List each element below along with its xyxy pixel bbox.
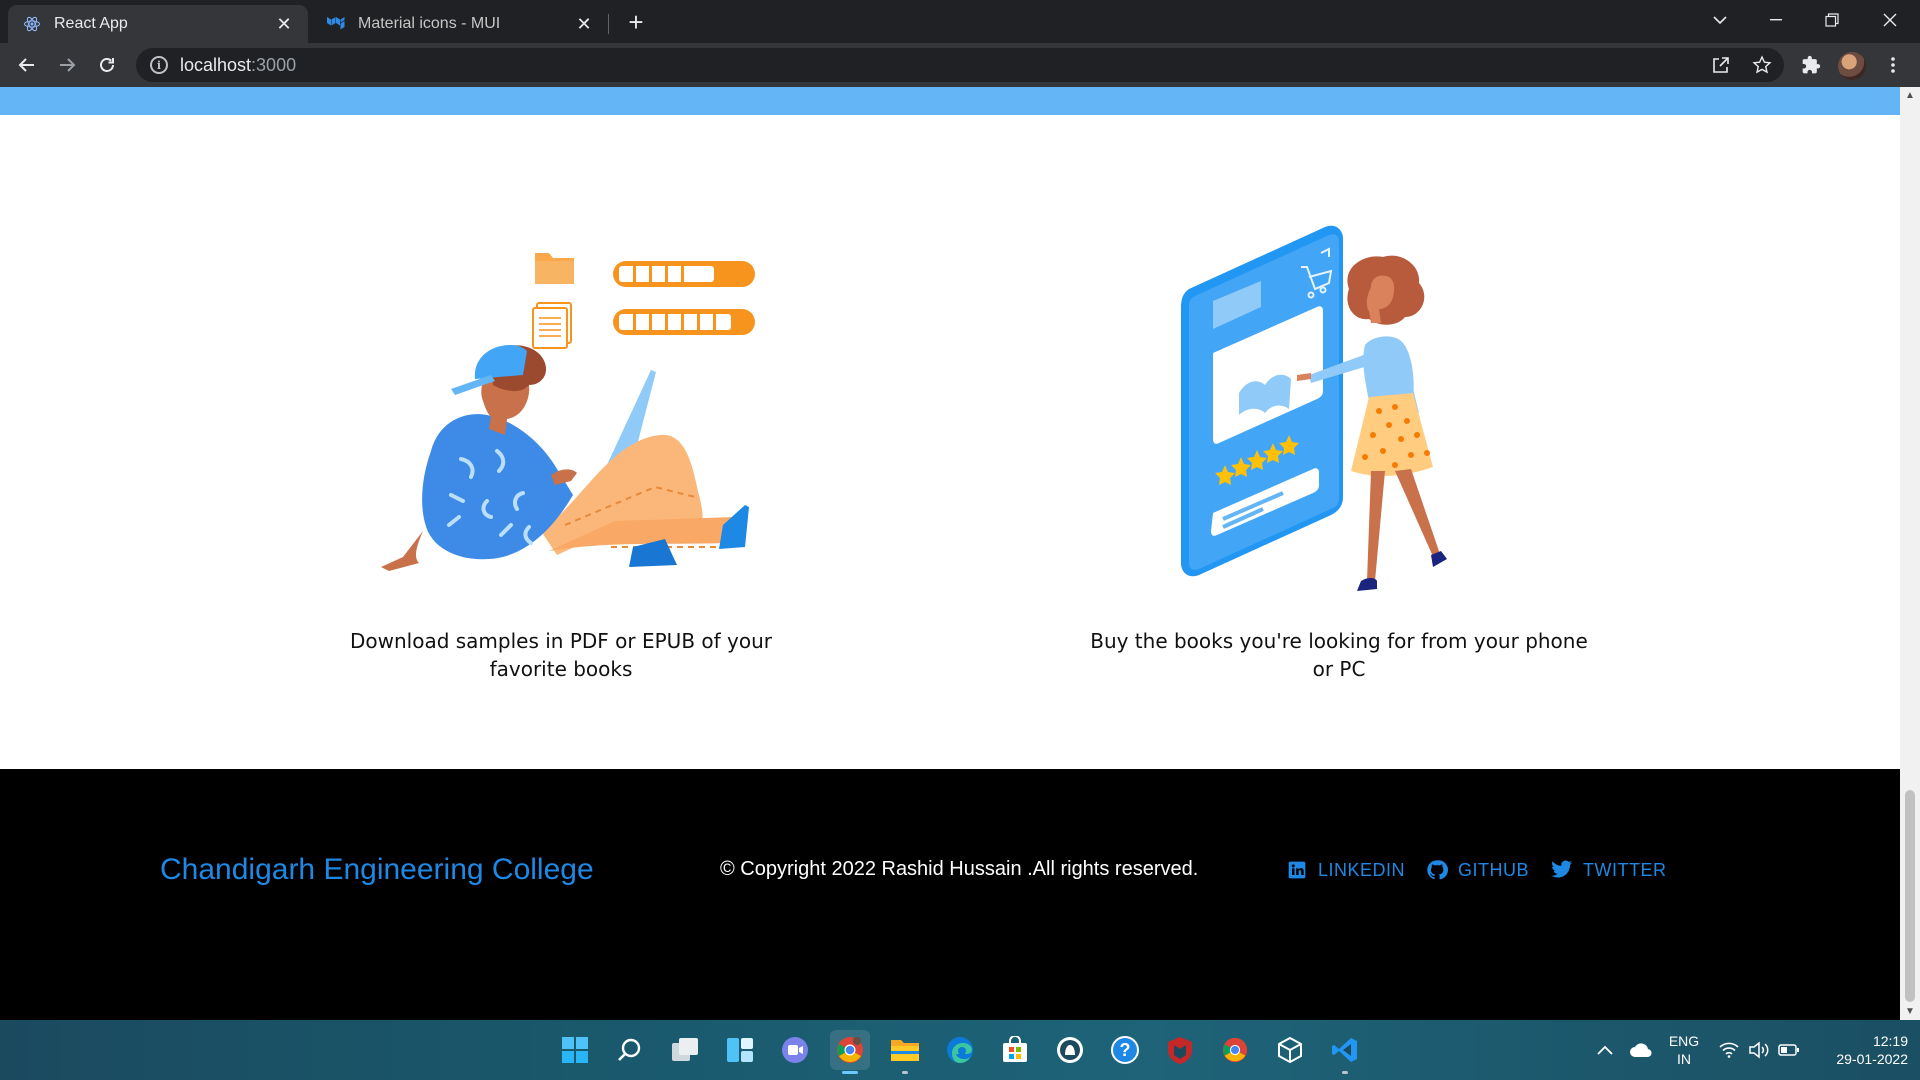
chevron-up-icon[interactable] — [1590, 1030, 1620, 1070]
close-tab-icon[interactable]: ✕ — [574, 14, 594, 34]
back-button[interactable] — [12, 50, 42, 80]
mcafee-icon[interactable] — [1160, 1030, 1200, 1070]
microsoft-store-icon[interactable] — [995, 1030, 1035, 1070]
svg-text:?: ? — [1120, 1040, 1131, 1060]
page-viewport: Download samples in PDF or EPUB of your … — [0, 87, 1900, 1020]
new-tab-button[interactable]: + — [622, 7, 650, 37]
clock-time: 12:19 — [1872, 1033, 1908, 1049]
profile-avatar[interactable] — [1838, 52, 1866, 80]
footer-copyright: © Copyright 2022 Rashid Hussain .All rig… — [720, 858, 1199, 880]
3d-box-app-icon[interactable] — [1270, 1030, 1310, 1070]
tab-separator — [608, 14, 609, 34]
linkedin-icon — [1286, 859, 1308, 881]
close-tab-icon[interactable]: ✕ — [274, 14, 294, 34]
twitter-link[interactable]: TWITTER — [1551, 855, 1666, 885]
github-link[interactable]: GITHUB — [1426, 855, 1529, 885]
clock[interactable]: 12:19 29-01-2022 — [1812, 1032, 1908, 1068]
linkedin-link[interactable]: LINKEDIN — [1286, 855, 1405, 885]
extensions-puzzle-icon[interactable] — [1798, 52, 1824, 78]
footer-brand[interactable]: Chandigarh Engineering College — [160, 853, 594, 887]
edge-icon[interactable] — [940, 1030, 980, 1070]
forward-button[interactable] — [52, 50, 82, 80]
volume-icon[interactable] — [1744, 1030, 1774, 1070]
language-code: ENG — [1668, 1033, 1700, 1049]
linkedin-label: LINKEDIN — [1318, 859, 1406, 880]
windows-taskbar: ? ENG IN 12:19 29-01-2022 — [0, 1020, 1920, 1080]
wifi-icon[interactable] — [1714, 1030, 1744, 1070]
reload-button[interactable] — [92, 50, 122, 80]
tab-react-app[interactable]: React App ✕ — [8, 5, 308, 43]
features-section: Download samples in PDF or EPUB of your … — [0, 115, 1900, 769]
browser-toolbar: i localhost:3000 — [0, 43, 1920, 87]
tab-title: React App — [54, 15, 128, 32]
active-app-indicator — [842, 1071, 858, 1074]
battery-icon[interactable] — [1774, 1030, 1804, 1070]
url-host: localhost — [180, 54, 252, 75]
feature-buy-books: Buy the books you're looking for from yo… — [1089, 115, 1589, 769]
feature-download-samples: Download samples in PDF or EPUB of your … — [311, 115, 811, 769]
github-desktop-icon[interactable] — [1050, 1030, 1090, 1070]
feature-caption: Download samples in PDF or EPUB of your … — [349, 629, 772, 681]
teams-chat-icon[interactable] — [775, 1030, 815, 1070]
vscode-icon[interactable] — [1325, 1030, 1365, 1074]
github-icon — [1426, 859, 1448, 881]
search-icon[interactable] — [610, 1030, 650, 1070]
mui-logo-icon — [326, 14, 346, 34]
site-info-icon[interactable]: i — [150, 56, 168, 74]
twitter-icon — [1551, 859, 1573, 881]
running-app-indicator — [902, 1071, 908, 1074]
header-strip — [0, 87, 1900, 115]
language-region: IN — [1677, 1051, 1691, 1067]
running-app-indicator — [1342, 1071, 1348, 1074]
onedrive-cloud-icon[interactable] — [1624, 1030, 1658, 1070]
clock-date: 29-01-2022 — [1836, 1051, 1908, 1067]
man-reading-laptop-illustration — [381, 253, 755, 571]
restore-button[interactable] — [1804, 0, 1860, 40]
github-label: GITHUB — [1458, 859, 1530, 880]
url-port: :3000 — [251, 54, 297, 75]
share-icon[interactable] — [1708, 52, 1734, 78]
twitter-label: TWITTER — [1583, 859, 1667, 880]
windows-start-icon[interactable] — [555, 1030, 595, 1070]
menu-kebab-icon[interactable] — [1880, 52, 1906, 78]
file-explorer-icon[interactable] — [885, 1030, 925, 1074]
chrome-icon[interactable] — [1215, 1030, 1255, 1070]
page-scrollbar[interactable]: ▲ ▼ — [1900, 87, 1920, 1020]
language-indicator[interactable]: ENG IN — [1664, 1032, 1704, 1068]
react-icon — [22, 14, 42, 34]
woman-shopping-phone-illustration — [1181, 225, 1447, 591]
chrome-active-icon[interactable] — [830, 1030, 870, 1074]
minimize-button[interactable] — [1748, 0, 1804, 40]
feature-caption: Buy the books you're looking for from yo… — [1090, 629, 1588, 681]
address-bar[interactable]: i localhost:3000 — [136, 48, 1784, 82]
bookmark-star-icon[interactable] — [1749, 52, 1775, 78]
tab-title: Material icons - MUI — [358, 15, 501, 32]
tab-search-chevron-icon[interactable] — [1692, 0, 1748, 40]
close-window-button[interactable] — [1862, 0, 1918, 40]
scroll-up-arrow-icon[interactable]: ▲ — [1900, 87, 1920, 104]
scrollbar-thumb[interactable] — [1905, 790, 1915, 1002]
task-view-icon[interactable] — [665, 1030, 705, 1070]
browser-tab-bar: React App ✕ Material icons - MUI ✕ + — [0, 0, 1920, 43]
widgets-icon[interactable] — [720, 1030, 760, 1070]
tab-material-icons[interactable]: Material icons - MUI ✕ — [312, 5, 608, 43]
scroll-down-arrow-icon[interactable]: ▼ — [1900, 1003, 1920, 1020]
page-footer: Chandigarh Engineering College © Copyrig… — [0, 769, 1900, 1020]
help-icon[interactable]: ? — [1105, 1030, 1145, 1070]
